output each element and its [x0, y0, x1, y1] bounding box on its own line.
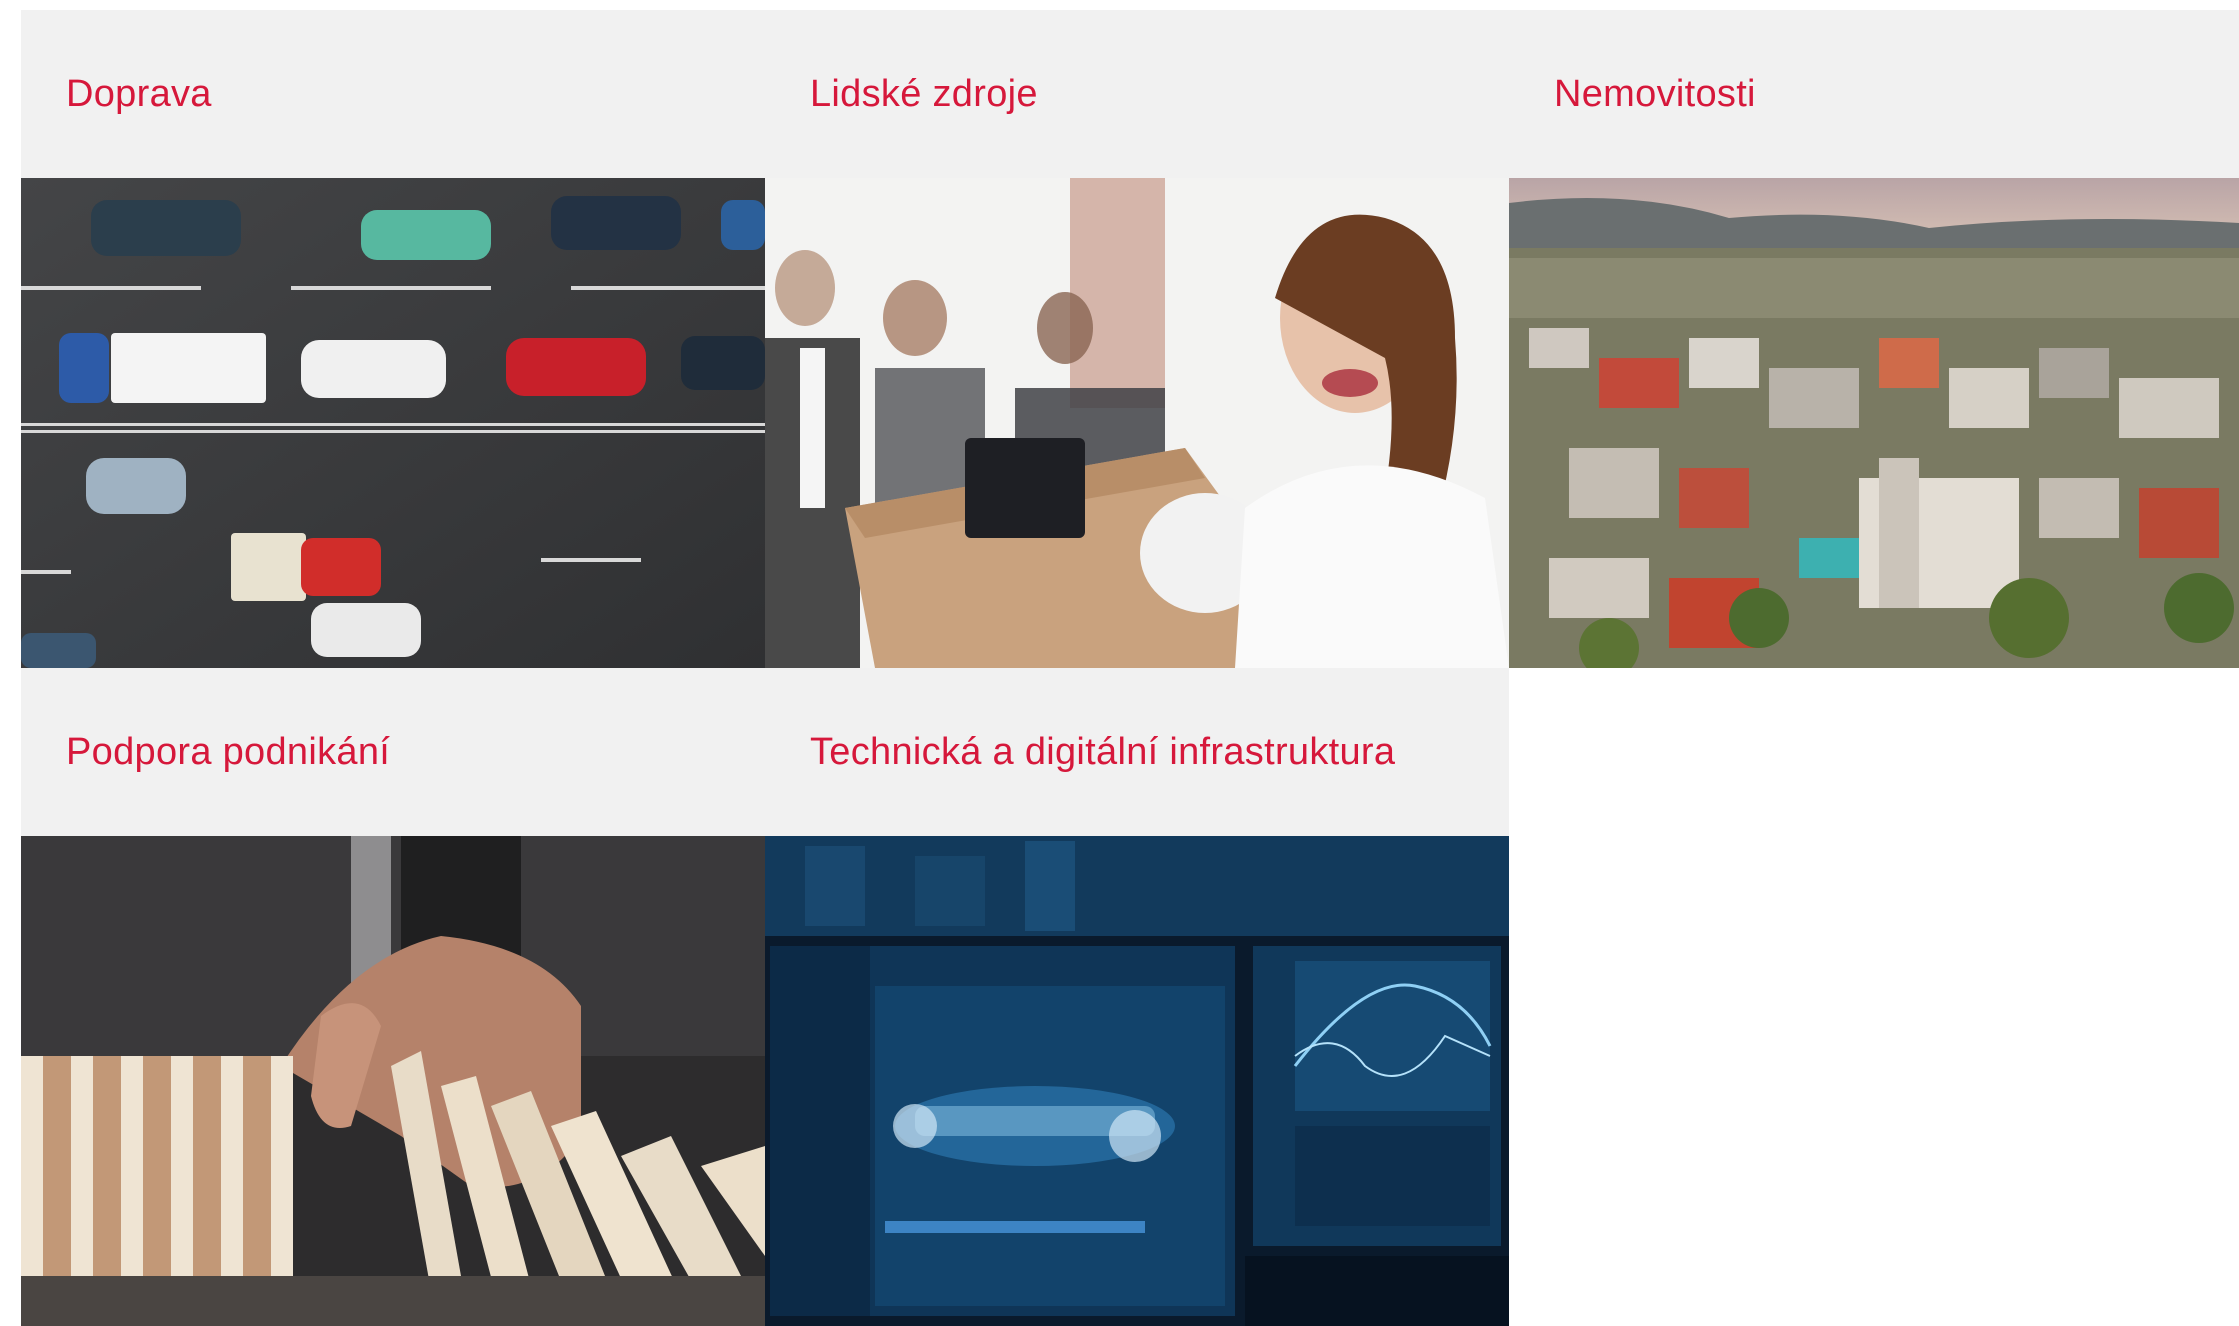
category-card-podpora-podnikani[interactable]: Podpora podnikání	[21, 668, 765, 1326]
digital-monitors-image[interactable]	[765, 836, 1509, 1326]
category-card-technicka-digitalni-infrastruktura[interactable]: Technická a digitální infrastruktura	[765, 668, 1509, 1326]
category-card-lidske-zdroje[interactable]: Lidské zdroje	[765, 10, 1509, 668]
office-employee-image[interactable]	[765, 178, 1509, 668]
card-header: Podpora podnikání	[21, 668, 765, 836]
domino-hand-image[interactable]	[21, 836, 765, 1326]
card-title[interactable]: Nemovitosti	[1554, 73, 1756, 116]
card-header: Lidské zdroje	[765, 10, 1509, 178]
traffic-aerial-image[interactable]	[21, 178, 765, 668]
card-title[interactable]: Podpora podnikání	[66, 731, 390, 774]
card-title[interactable]: Technická a digitální infrastruktura	[810, 731, 1395, 774]
category-grid: Doprava Lidské zdroje Nemovitosti Podpor…	[21, 10, 2239, 1326]
category-card-nemovitosti[interactable]: Nemovitosti	[1509, 10, 2239, 668]
category-card-doprava[interactable]: Doprava	[21, 10, 765, 668]
card-header: Nemovitosti	[1509, 10, 2239, 178]
card-header: Technická a digitální infrastruktura	[765, 668, 1509, 836]
card-header: Doprava	[21, 10, 765, 178]
page-top-strip	[0, 0, 2239, 10]
city-aerial-image[interactable]	[1509, 178, 2239, 668]
card-title[interactable]: Doprava	[66, 73, 212, 116]
card-title[interactable]: Lidské zdroje	[810, 73, 1038, 116]
